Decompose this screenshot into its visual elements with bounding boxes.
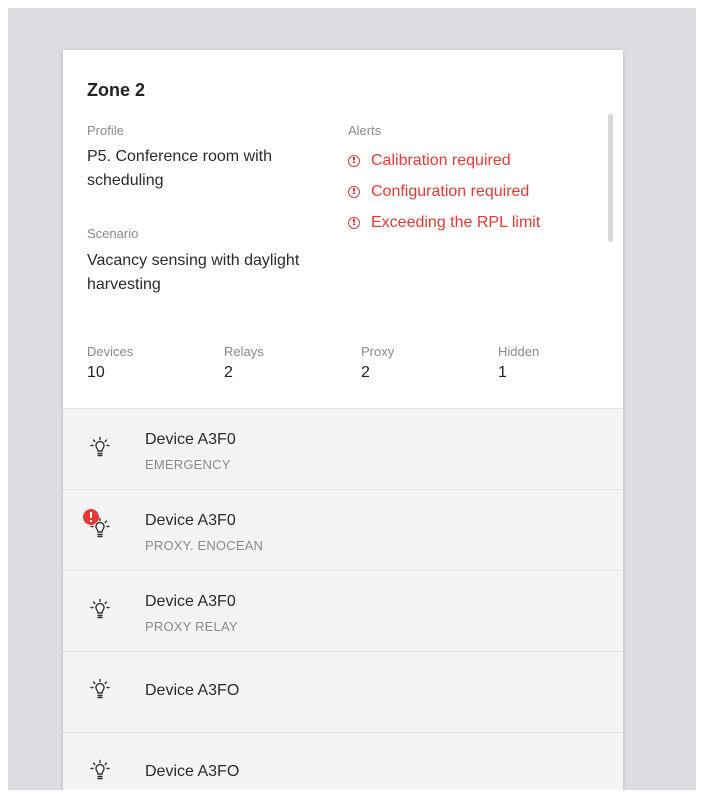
alert-item[interactable]: Calibration required [348, 145, 540, 176]
stat-proxy: Proxy 2 [361, 344, 394, 382]
zone-header: Zone 2 Profile P5. Conference room with … [63, 50, 623, 408]
alert-item[interactable]: Exceeding the RPL limit [348, 207, 540, 238]
scenario-label: Scenario [87, 226, 139, 241]
error-badge-icon [83, 509, 99, 525]
alerts-scrollbar[interactable] [608, 114, 613, 242]
alert-icon [348, 216, 360, 229]
device-row[interactable]: Device A3F0 PROXY RELAY [63, 570, 623, 651]
stat-relays: Relays 2 [224, 344, 264, 382]
stat-devices: Devices 10 [87, 344, 133, 382]
device-row[interactable]: Device A3FO [63, 732, 623, 790]
stat-value: 2 [224, 364, 233, 381]
device-row[interactable]: Device A3F0 PROXY. ENOCEAN [63, 489, 623, 570]
device-row[interactable]: Device A3FO [63, 651, 623, 732]
stat-hidden: Hidden 1 [498, 344, 539, 382]
stat-label: Hidden [498, 344, 540, 359]
lightbulb-icon [90, 759, 110, 780]
alert-icon [348, 154, 360, 167]
zone-title: Zone 2 [87, 80, 146, 100]
device-name: Device A3F0 [145, 431, 236, 448]
alert-text: Configuration required [371, 182, 530, 200]
stat-label: Relays [224, 344, 264, 359]
stat-value: 2 [361, 364, 370, 381]
device-type: PROXY RELAY [145, 619, 238, 634]
device-type: EMERGENCY [145, 457, 231, 472]
device-name: Device A3FO [145, 682, 240, 699]
alerts-list: Calibration required Configuration requi… [348, 145, 540, 238]
alert-text: Exceeding the RPL limit [371, 213, 541, 231]
alert-text: Calibration required [371, 151, 511, 169]
lightbulb-icon [90, 678, 110, 699]
scenario-value: Vacancy sensing with daylight harvesting [87, 252, 300, 293]
alerts-label: Alerts [348, 123, 382, 138]
lightbulb-icon [90, 598, 110, 619]
profile-label: Profile [87, 123, 124, 138]
screen-background: Zone 2 Profile P5. Conference room with … [8, 8, 696, 790]
zone-card: Zone 2 Profile P5. Conference room with … [63, 50, 623, 790]
device-list: Device A3F0 EMERGENCY Device A3F0 PROXY.… [63, 408, 623, 790]
device-row[interactable]: Device A3F0 EMERGENCY [63, 408, 623, 489]
device-name: Device A3FO [145, 763, 240, 780]
profile-value: P5. Conference room with scheduling [87, 148, 272, 189]
stat-value: 1 [498, 364, 507, 381]
alert-item[interactable]: Configuration required [348, 176, 540, 207]
device-type: PROXY. ENOCEAN [145, 538, 264, 553]
device-name: Device A3F0 [145, 512, 236, 529]
stat-label: Proxy [361, 344, 395, 359]
stat-label: Devices [87, 344, 134, 359]
lightbulb-icon [90, 436, 110, 457]
device-name: Device A3F0 [145, 593, 236, 610]
alert-icon [348, 185, 360, 198]
stat-value: 10 [87, 364, 105, 381]
